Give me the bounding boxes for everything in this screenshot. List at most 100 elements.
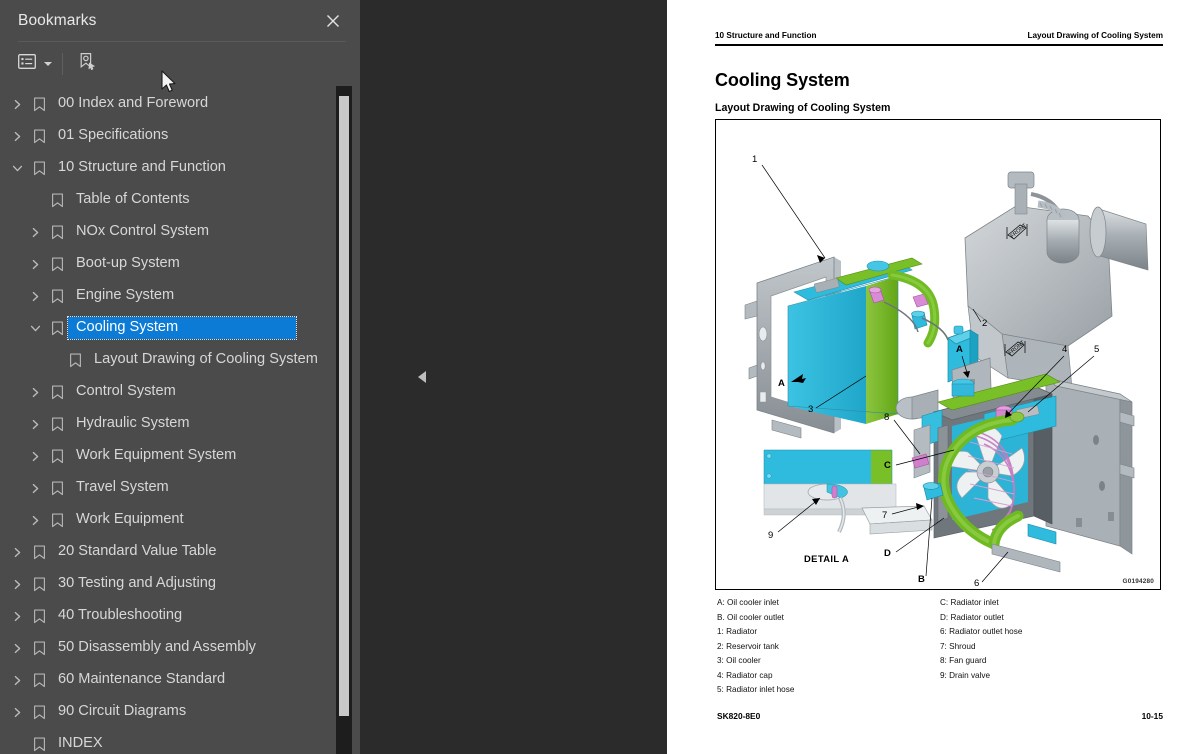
legend-entry: A: Oil cooler inlet xyxy=(717,598,779,607)
bookmark-item[interactable]: Cooling System xyxy=(0,312,342,344)
chevron-right-icon[interactable] xyxy=(6,99,28,110)
bookmark-item[interactable]: 10 Structure and Function xyxy=(0,152,342,184)
bookmark-icon xyxy=(46,257,68,272)
chevron-right-icon[interactable] xyxy=(6,707,28,718)
bookmark-item[interactable]: Boot-up System xyxy=(0,248,342,280)
bookmarks-panel: Bookmarks 00 Index and Foreword 01 Speci… xyxy=(0,0,360,754)
bookmark-item-label: 30 Testing and Adjusting xyxy=(58,575,216,592)
chevron-right-icon[interactable] xyxy=(24,515,46,526)
legend-entry: 7: Shroud xyxy=(940,641,976,651)
chevron-right-icon[interactable] xyxy=(24,227,46,238)
chevron-left-icon xyxy=(418,371,426,383)
running-head-rule xyxy=(715,44,1163,46)
bookmark-item-label: Engine System xyxy=(76,287,175,304)
chevron-right-icon[interactable] xyxy=(24,419,46,430)
bookmark-item-label: Travel System xyxy=(76,479,169,496)
cooling-system-illustration: FRONT 1 2 3 A 9 DETAIL A FRONT A 4 5 8 C… xyxy=(744,154,1149,589)
pdf-reader-window: Bookmarks 00 Index and Foreword 01 Speci… xyxy=(0,0,1200,754)
callout-1: 1 xyxy=(752,154,757,165)
chevron-right-icon[interactable] xyxy=(24,259,46,270)
panel-collapse-handle[interactable] xyxy=(415,368,429,386)
bookmark-item-label: Boot-up System xyxy=(76,255,180,272)
chevron-right-icon[interactable] xyxy=(24,483,46,494)
bookmark-item[interactable]: Layout Drawing of Cooling System xyxy=(0,344,342,376)
viewer-background xyxy=(360,0,667,754)
bookmarks-tree: 00 Index and Foreword 01 Specifications 10… xyxy=(0,86,342,754)
callout-D: D xyxy=(884,548,891,559)
bookmark-item[interactable]: 01 Specifications xyxy=(0,120,342,152)
bookmark-item[interactable]: 30 Testing and Adjusting xyxy=(0,568,342,600)
bookmark-item[interactable]: 90 Circuit Diagrams xyxy=(0,696,342,728)
list-view-button[interactable] xyxy=(14,49,56,79)
bookmark-item-label: 90 Circuit Diagrams xyxy=(58,703,187,720)
list-view-icon xyxy=(18,54,36,74)
toolbar-divider xyxy=(62,53,63,75)
footer-page-number: 10-15 xyxy=(1141,711,1163,721)
chevron-right-icon[interactable] xyxy=(24,387,46,398)
new-bookmark-button[interactable] xyxy=(71,49,103,79)
bookmark-item-label: Table of Contents xyxy=(76,191,190,208)
chevron-right-icon[interactable] xyxy=(6,131,28,142)
footer-model: SK820-8E0 xyxy=(717,711,761,721)
bookmark-item[interactable]: Work Equipment xyxy=(0,504,342,536)
bookmark-item-label: Work Equipment xyxy=(76,511,184,528)
legend-column-right: C: Radiator inlet D: Radiator outlet 6: Ra… xyxy=(940,596,1163,698)
chevron-right-icon[interactable] xyxy=(24,291,46,302)
figure-code: G0194280 xyxy=(1122,578,1154,585)
bookmark-icon xyxy=(46,321,68,336)
page-footer: SK820-8E0 10-15 xyxy=(717,711,1163,721)
bookmark-item[interactable]: Travel System xyxy=(0,472,342,504)
bookmark-item-label: 20 Standard Value Table xyxy=(58,543,217,560)
running-head: 10 Structure and Function Layout Drawing… xyxy=(715,31,1163,40)
bookmark-item[interactable]: Engine System xyxy=(0,280,342,312)
chevron-right-icon[interactable] xyxy=(6,643,28,654)
chevron-right-icon[interactable] xyxy=(6,579,28,590)
callout-7: 7 xyxy=(882,510,887,521)
bookmark-item[interactable]: 40 Troubleshooting xyxy=(0,600,342,632)
legend-entry: 2: Reservoir tank xyxy=(717,641,779,651)
bookmark-item[interactable]: Work Equipment System xyxy=(0,440,342,472)
bookmark-item[interactable]: Table of Contents xyxy=(0,184,342,216)
bookmark-item-label: 10 Structure and Function xyxy=(58,159,226,176)
callout-A-right: A xyxy=(956,344,963,355)
bookmark-icon xyxy=(46,225,68,240)
bookmark-item[interactable]: Control System xyxy=(0,376,342,408)
bookmark-item[interactable]: 50 Disassembly and Assembly xyxy=(0,632,342,664)
callout-2: 2 xyxy=(982,318,987,329)
close-icon[interactable] xyxy=(320,8,346,34)
bookmark-item[interactable]: 20 Standard Value Table xyxy=(0,536,342,568)
detail-a-label: DETAIL A xyxy=(804,553,849,564)
bookmarks-tree-scroll-area[interactable]: 00 Index and Foreword 01 Specifications 10… xyxy=(0,86,360,754)
bookmark-item[interactable]: NOx Control System xyxy=(0,216,342,248)
chevron-right-icon[interactable] xyxy=(6,547,28,558)
chevron-right-icon[interactable] xyxy=(6,675,28,686)
bookmark-item[interactable]: INDEX xyxy=(0,728,342,754)
bookmark-item[interactable]: Hydraulic System xyxy=(0,408,342,440)
chevron-right-icon[interactable] xyxy=(6,611,28,622)
callout-6: 6 xyxy=(974,578,979,589)
panel-title: Bookmarks xyxy=(18,12,97,29)
bookmark-icon xyxy=(46,449,68,464)
chevron-down-icon[interactable] xyxy=(6,163,28,174)
legend-entry: B. Oil cooler outlet xyxy=(717,612,784,622)
running-head-left: 10 Structure and Function xyxy=(715,31,817,40)
bookmark-item-label: 50 Disassembly and Assembly xyxy=(58,639,256,656)
bookmark-icon xyxy=(28,577,50,592)
pdf-page[interactable]: 10 Structure and Function Layout Drawing… xyxy=(667,0,1200,754)
chevron-right-icon[interactable] xyxy=(24,451,46,462)
bookmark-item-label: Hydraulic System xyxy=(76,415,190,432)
bookmark-icon xyxy=(28,641,50,656)
bookmarks-scrollbar-track[interactable] xyxy=(336,86,352,754)
bookmark-icon xyxy=(28,97,50,112)
chevron-down-icon[interactable] xyxy=(24,323,46,334)
callout-9: 9 xyxy=(768,530,773,541)
bookmark-icon xyxy=(46,481,68,496)
bookmark-icon xyxy=(46,193,68,208)
callout-8: 8 xyxy=(884,412,889,423)
bookmark-icon xyxy=(28,737,50,752)
bookmark-icon xyxy=(28,673,50,688)
callout-A-left: A xyxy=(778,378,785,389)
bookmark-item[interactable]: 60 Maintenance Standard xyxy=(0,664,342,696)
bookmark-item[interactable]: 00 Index and Foreword xyxy=(0,88,342,120)
bookmarks-scrollbar-thumb[interactable] xyxy=(339,96,349,716)
